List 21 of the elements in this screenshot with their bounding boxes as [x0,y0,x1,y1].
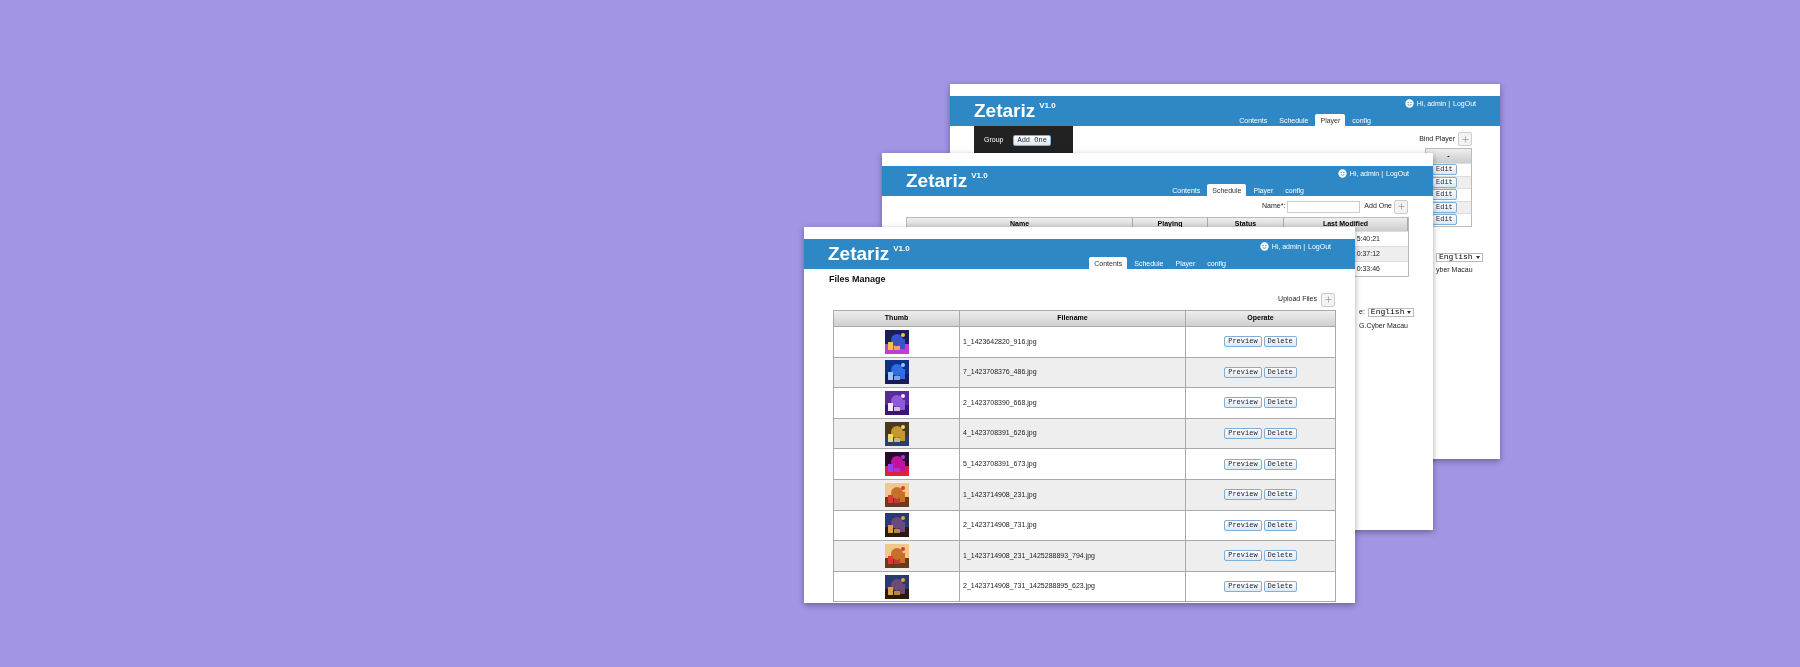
logo: Zetariz [828,244,890,263]
page-title: Files Manage [828,275,887,284]
caret-icon [1407,310,1412,314]
plus-icon [1323,295,1333,304]
logo: Zetariz [906,171,968,190]
caret-icon [1475,255,1480,259]
plus-icon [1460,134,1470,144]
add-schedule-button[interactable] [1394,199,1408,214]
bind-player-button[interactable] [1458,132,1472,146]
version-label: V1.0 [1039,102,1056,110]
name-field[interactable] [1287,200,1361,213]
logo: Zetariz [974,101,1036,120]
language-select[interactable]: English [1436,252,1483,262]
smiley-icon [1404,99,1414,108]
version-label: V1.0 [971,172,988,180]
plus-icon [1396,202,1406,211]
language-select[interactable]: English [1367,307,1415,317]
smiley-icon [1337,169,1347,178]
upload-button[interactable] [1321,292,1335,307]
smiley-icon [1259,242,1269,251]
version-label: V1.0 [893,245,910,253]
